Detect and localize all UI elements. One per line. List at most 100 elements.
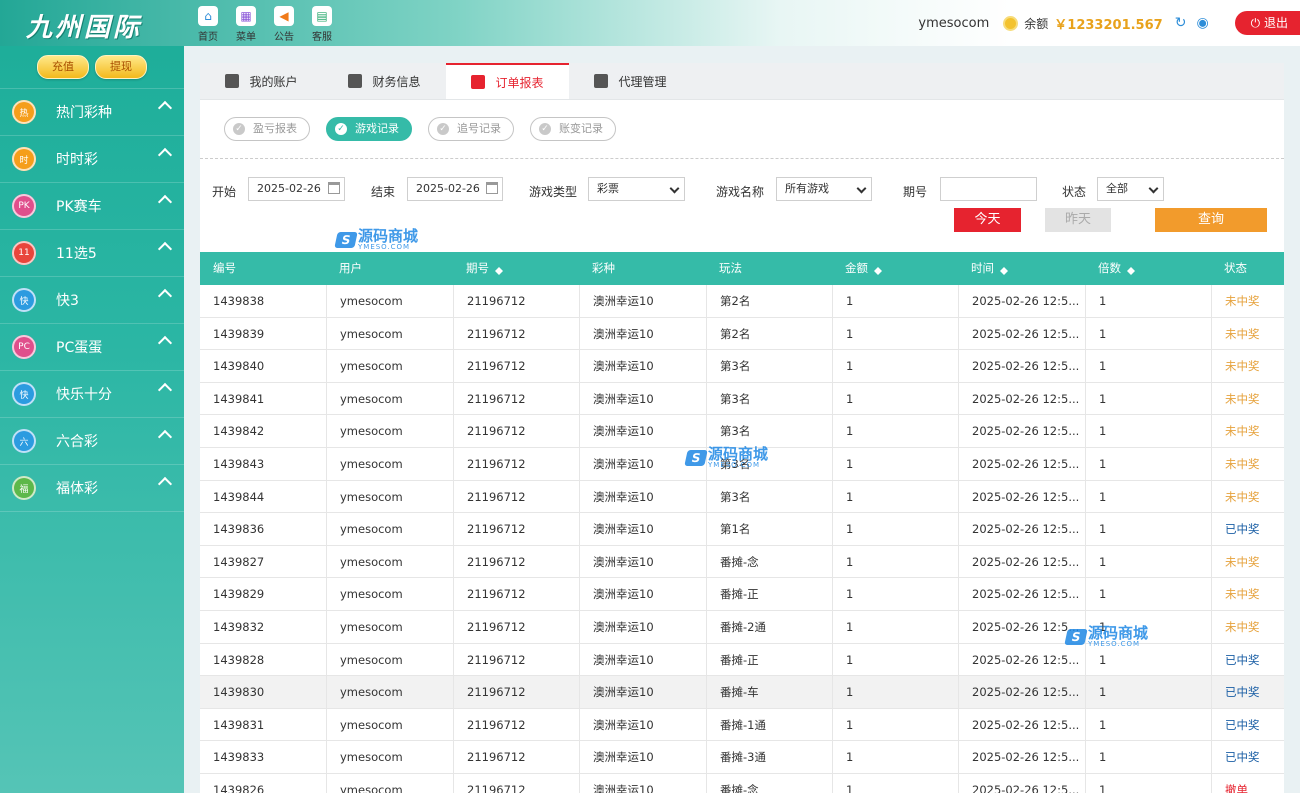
table-row[interactable]: 1439829 ymesocom 21196712 澳洲幸运10 番摊-正 1 2025-0… [200, 578, 1284, 611]
table-row[interactable]: 1439839 ymesocom 21196712 澳洲幸运10 第2名 1 2025-02… [200, 317, 1284, 351]
site-logo[interactable]: 九州国际 [26, 7, 142, 44]
cell-status: 未中奖 [1211, 578, 1284, 610]
cell-status: 未中奖 [1211, 447, 1284, 480]
column-header-5[interactable]: 金额 [832, 252, 958, 285]
sidebar-item-5[interactable]: PC PC蛋蛋 [0, 323, 184, 370]
cell-status: 撤单 [1211, 773, 1284, 793]
cell-user: ymesocom [326, 382, 453, 415]
table-row[interactable]: 1439840 ymesocom 21196712 澳洲幸运10 第3名 1 2025-02… [200, 350, 1284, 383]
cell-amount: 1 [832, 741, 958, 773]
column-header-4: 玩法 [706, 252, 832, 285]
subtab-1[interactable]: ✓ 游戏记录 [326, 117, 412, 141]
topnav-item-3[interactable]: ▤ 客服 [303, 6, 341, 43]
table-row[interactable]: 1439826 ymesocom 21196712 澳洲幸运10 番摊-念 1 2025-0… [200, 773, 1284, 793]
table-row[interactable]: 1439833 ymesocom 21196712 澳洲幸运10 番摊-3通 1 2025-… [200, 741, 1284, 774]
cell-game: 澳洲幸运10 [579, 317, 706, 350]
cell-play: 第1名 [706, 513, 832, 545]
menu-grid-icon: ▦ [236, 6, 256, 26]
sidebar-item-6[interactable]: 快 快乐十分 [0, 370, 184, 417]
sidebar-item-1[interactable]: 时 时时彩 [0, 135, 184, 182]
hide-balance-icon[interactable]: ◉ [1196, 15, 1208, 31]
tab-0[interactable]: 我的账户 [200, 63, 323, 99]
topnav-item-0[interactable]: ⌂ 首页 [189, 6, 227, 43]
topnav-item-1[interactable]: ▦ 菜单 [227, 6, 265, 43]
query-button[interactable]: 查询 [1155, 208, 1267, 232]
table-row[interactable]: 1439844 ymesocom 21196712 澳洲幸运10 第3名 1 2025-02… [200, 480, 1284, 514]
cell-time: 2025-02-26 12:5... [958, 676, 1085, 708]
cell-play: 第3名 [706, 480, 832, 513]
cell-status: 已中奖 [1211, 643, 1284, 676]
table-row[interactable]: 1439832 ymesocom 21196712 澳洲幸运10 番摊-2通 1 2025-… [200, 610, 1284, 644]
game-name-select[interactable]: 所有游戏 [776, 177, 872, 201]
username: ymesocom [918, 15, 990, 31]
cell-mult: 1 [1085, 415, 1211, 447]
table-row[interactable]: 1439838 ymesocom 21196712 澳洲幸运10 第2名 1 2025-02… [200, 285, 1284, 318]
tab-3[interactable]: 代理管理 [569, 63, 692, 99]
subtab-3[interactable]: ✓ 账变记录 [530, 117, 616, 141]
coin-icon [1003, 15, 1019, 31]
end-date-input[interactable]: 2025-02-26 [407, 177, 503, 201]
lottery-ball-icon: 快 [12, 382, 36, 406]
cell-play: 第3名 [706, 447, 832, 480]
cell-time: 2025-02-26 12:5... [958, 578, 1085, 610]
cell-game: 澳洲幸运10 [579, 382, 706, 415]
column-header-6[interactable]: 时间 [958, 252, 1085, 285]
cell-amount: 1 [832, 480, 958, 513]
table-row[interactable]: 1439841 ymesocom 21196712 澳洲幸运10 第3名 1 2025-02… [200, 382, 1284, 416]
game-type-select[interactable]: 彩票 [588, 177, 685, 201]
home-icon: ⌂ [198, 6, 218, 26]
game-type-label: 游戏类型 [529, 185, 578, 199]
cell-issue: 21196712 [453, 676, 579, 708]
refresh-icon[interactable]: ↻ [1175, 15, 1187, 31]
start-date-input[interactable]: 2025-02-26 [248, 177, 345, 201]
cell-mult: 1 [1085, 382, 1211, 415]
table-row[interactable]: 1439827 ymesocom 21196712 澳洲幸运10 番摊-念 1 2025-0… [200, 545, 1284, 579]
logout-button[interactable]: ⏻ 退出 [1234, 11, 1300, 35]
records-table: 编号 用户 期号 彩种 玩法 金额 时间 倍数 状态 1439838 ymesocom 211967… [200, 252, 1284, 793]
calendar-icon [328, 182, 340, 194]
game-name-value: 所有游戏 [785, 182, 829, 195]
cell-game: 澳洲幸运10 [579, 773, 706, 793]
status-select[interactable]: 全部 [1097, 177, 1164, 201]
sidebar-item-4[interactable]: 快 快3 [0, 276, 184, 323]
column-header-label: 用户 [339, 261, 362, 275]
yesterday-button[interactable]: 昨天 [1045, 208, 1111, 232]
table-row[interactable]: 1439828 ymesocom 21196712 澳洲幸运10 番摊-正 1 2025-0… [200, 643, 1284, 677]
table-row[interactable]: 1439830 ymesocom 21196712 澳洲幸运10 番摊-车 1 2025-0… [200, 676, 1284, 709]
sidebar-item-8[interactable]: 福 福体彩 [0, 464, 184, 511]
topnav-item-2[interactable]: ◀ 公告 [265, 6, 303, 43]
column-header-2[interactable]: 期号 [453, 252, 579, 285]
subtab-0[interactable]: ✓ 盈亏报表 [224, 117, 310, 141]
cell-play: 番摊-2通 [706, 610, 832, 643]
column-header-label: 时间 [971, 261, 994, 275]
cell-status: 未中奖 [1211, 545, 1284, 578]
tab-1[interactable]: 财务信息 [323, 63, 446, 99]
cell-id: 1439843 [213, 456, 265, 471]
cell-id: 1439832 [213, 619, 265, 634]
sidebar-item-0[interactable]: 热 热门彩种 [0, 88, 184, 135]
sidebar-item-label: 福体彩 [56, 481, 98, 497]
cell-mult: 1 [1085, 447, 1211, 480]
cell-game: 澳洲幸运10 [579, 545, 706, 578]
cell-play: 番摊-1通 [706, 708, 832, 741]
table-row[interactable]: 1439836 ymesocom 21196712 澳洲幸运10 第1名 1 2025-02… [200, 513, 1284, 546]
tab-2[interactable]: 订单报表 [446, 63, 569, 99]
table-row[interactable]: 1439831 ymesocom 21196712 澳洲幸运10 番摊-1通 1 2025-… [200, 708, 1284, 742]
issue-input[interactable] [940, 177, 1037, 201]
withdraw-button[interactable]: 提现 [95, 55, 147, 79]
sidebar-item-3[interactable]: 11 11选5 [0, 229, 184, 276]
sidebar-item-7[interactable]: 六 六合彩 [0, 417, 184, 464]
column-header-label: 金额 [845, 261, 868, 275]
chevron-up-icon [157, 476, 173, 492]
table-row[interactable]: 1439843 ymesocom 21196712 澳洲幸运10 第3名 1 2025-02… [200, 447, 1284, 481]
subtab-2[interactable]: ✓ 追号记录 [428, 117, 514, 141]
cell-status: 已中奖 [1211, 741, 1284, 773]
cell-user: ymesocom [326, 285, 453, 317]
column-header-7[interactable]: 倍数 [1085, 252, 1211, 285]
cell-amount: 1 [832, 773, 958, 793]
table-row[interactable]: 1439842 ymesocom 21196712 澳洲幸运10 第3名 1 2025-02… [200, 415, 1284, 448]
today-button[interactable]: 今天 [954, 208, 1021, 232]
sidebar-item-2[interactable]: PK PK赛车 [0, 182, 184, 229]
recharge-button[interactable]: 充值 [37, 55, 89, 79]
check-circle-icon: ✓ [233, 123, 245, 135]
